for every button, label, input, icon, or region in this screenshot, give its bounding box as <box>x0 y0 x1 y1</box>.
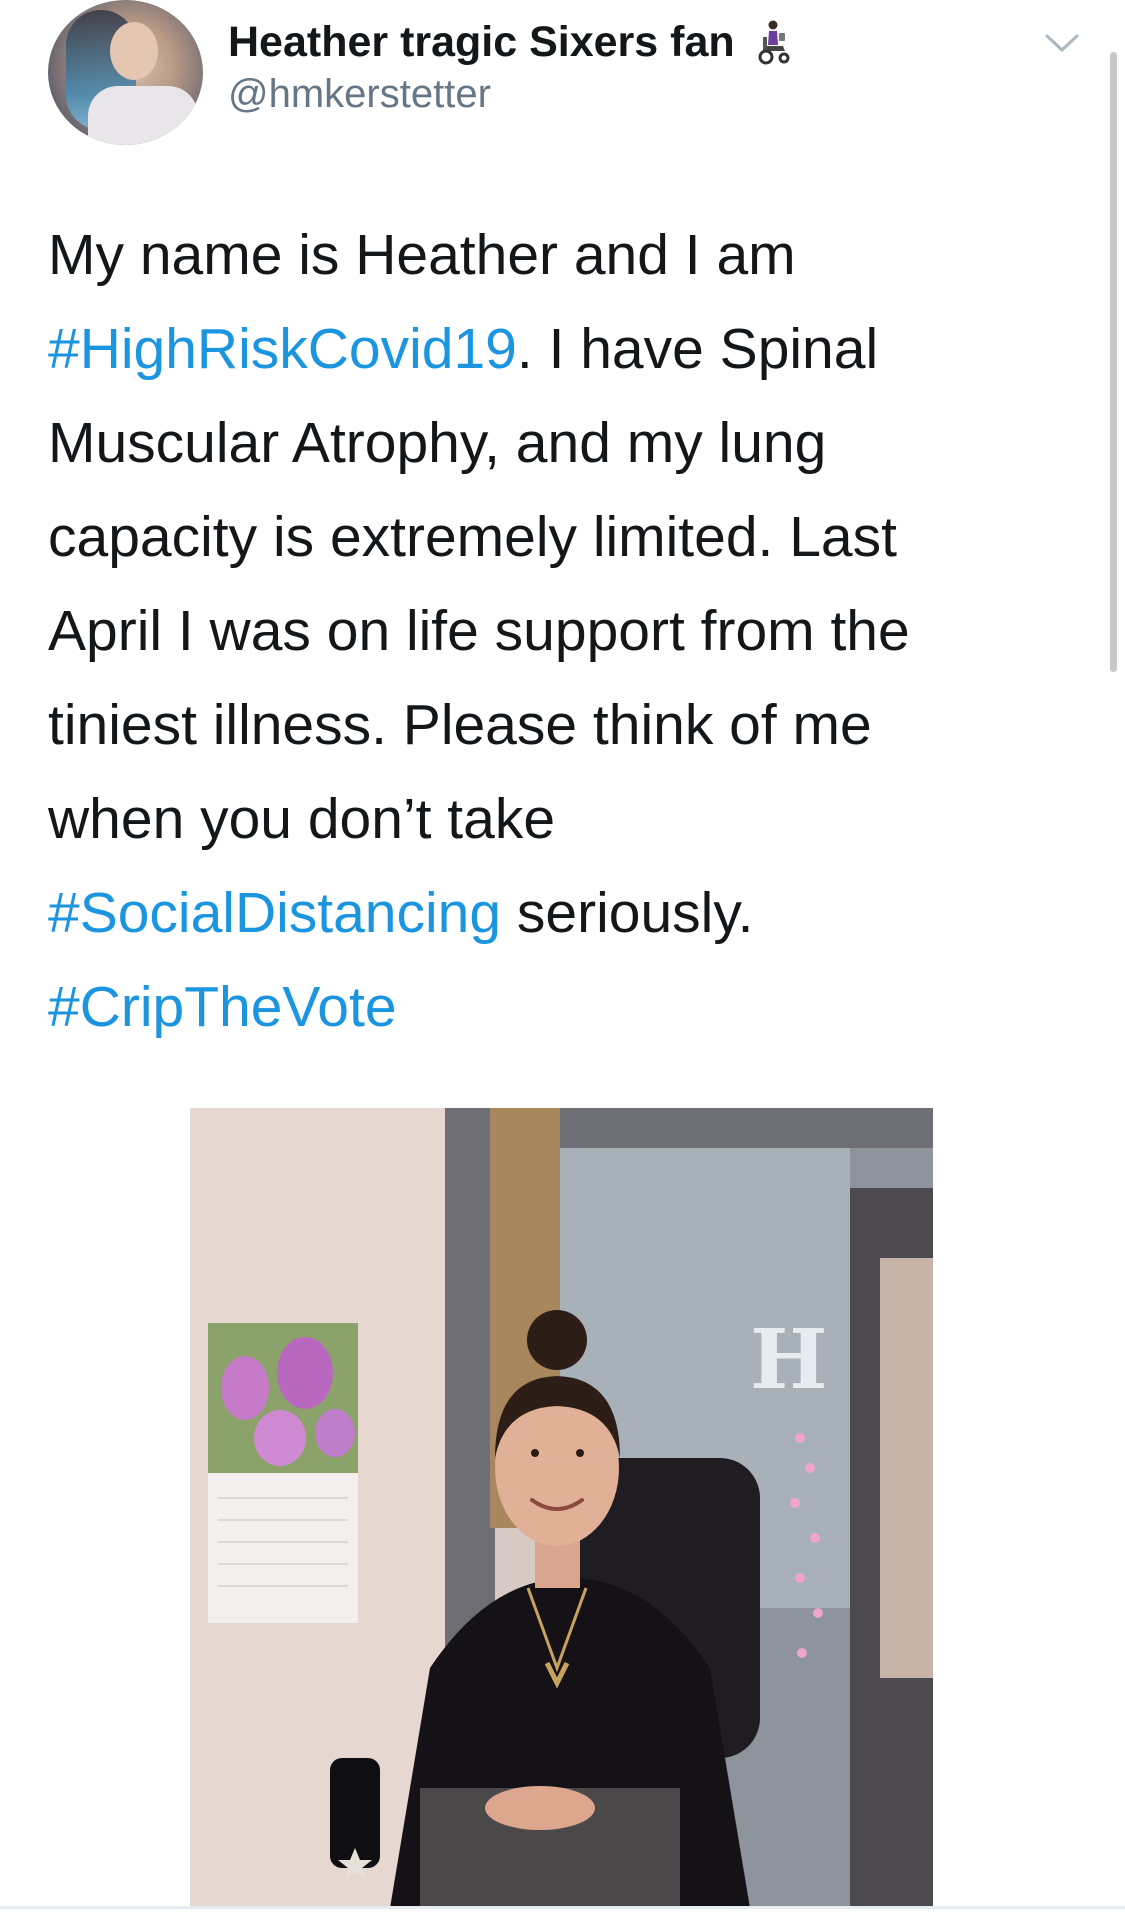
tweet-text-segment: My name is Heather and I am <box>48 223 796 287</box>
tweet-text-segment: April I was on life support from the <box>48 599 910 663</box>
tweet-line: #CripTheVote <box>48 960 1058 1054</box>
tweet-line: capacity is extremely limited. Last <box>48 490 1058 584</box>
chevron-down-icon[interactable] <box>1043 30 1081 56</box>
author-display-name[interactable]: Heather tragic Sixers fan <box>228 18 735 67</box>
tweet-text-segment: seriously. <box>501 881 754 945</box>
letter-h-sign: H <box>750 1312 827 1408</box>
avatar-face <box>110 22 158 80</box>
author-name-row[interactable]: Heather tragic Sixers fan <box>228 16 795 68</box>
tweet-text-segment: tiniest illness. Please think of me <box>48 693 872 757</box>
divider <box>0 1906 1125 1909</box>
tweet-text: My name is Heather and I am #HighRiskCov… <box>48 208 1058 1054</box>
author-handle[interactable]: @hmkerstetter <box>228 72 491 117</box>
hashtag-link[interactable]: #HighRiskCovid19 <box>48 317 517 381</box>
hashtag-link[interactable]: #SocialDistancing <box>48 881 501 945</box>
tweet-line: My name is Heather and I am <box>48 208 1058 302</box>
tweet-line: tiniest illness. Please think of me <box>48 678 1058 772</box>
tweet-photo-illustration: H <box>190 1108 933 1908</box>
tweet-text-segment: when you don’t take <box>48 787 556 851</box>
tweet-text-segment: capacity is extremely limited. Last <box>48 505 897 569</box>
avatar-shirt <box>88 86 198 145</box>
hashtag-link[interactable]: #CripTheVote <box>48 975 397 1039</box>
tweet-line: Muscular Atrophy, and my lung <box>48 396 1058 490</box>
tweet-text-segment: . I have Spinal <box>516 317 879 381</box>
scrollbar[interactable] <box>1110 52 1117 672</box>
tweet-line: April I was on life support from the <box>48 584 1058 678</box>
tweet-line: #SocialDistancing seriously. <box>48 866 1058 960</box>
tweet-photo[interactable]: H <box>190 1108 933 1908</box>
person-in-motorized-wheelchair-icon <box>758 20 790 65</box>
tweet-line: #HighRiskCovid19. I have Spinal <box>48 302 1058 396</box>
tweet-text-segment: Muscular Atrophy, and my lung <box>48 411 827 475</box>
tweet-line: when you don’t take <box>48 772 1058 866</box>
avatar[interactable] <box>48 0 203 145</box>
